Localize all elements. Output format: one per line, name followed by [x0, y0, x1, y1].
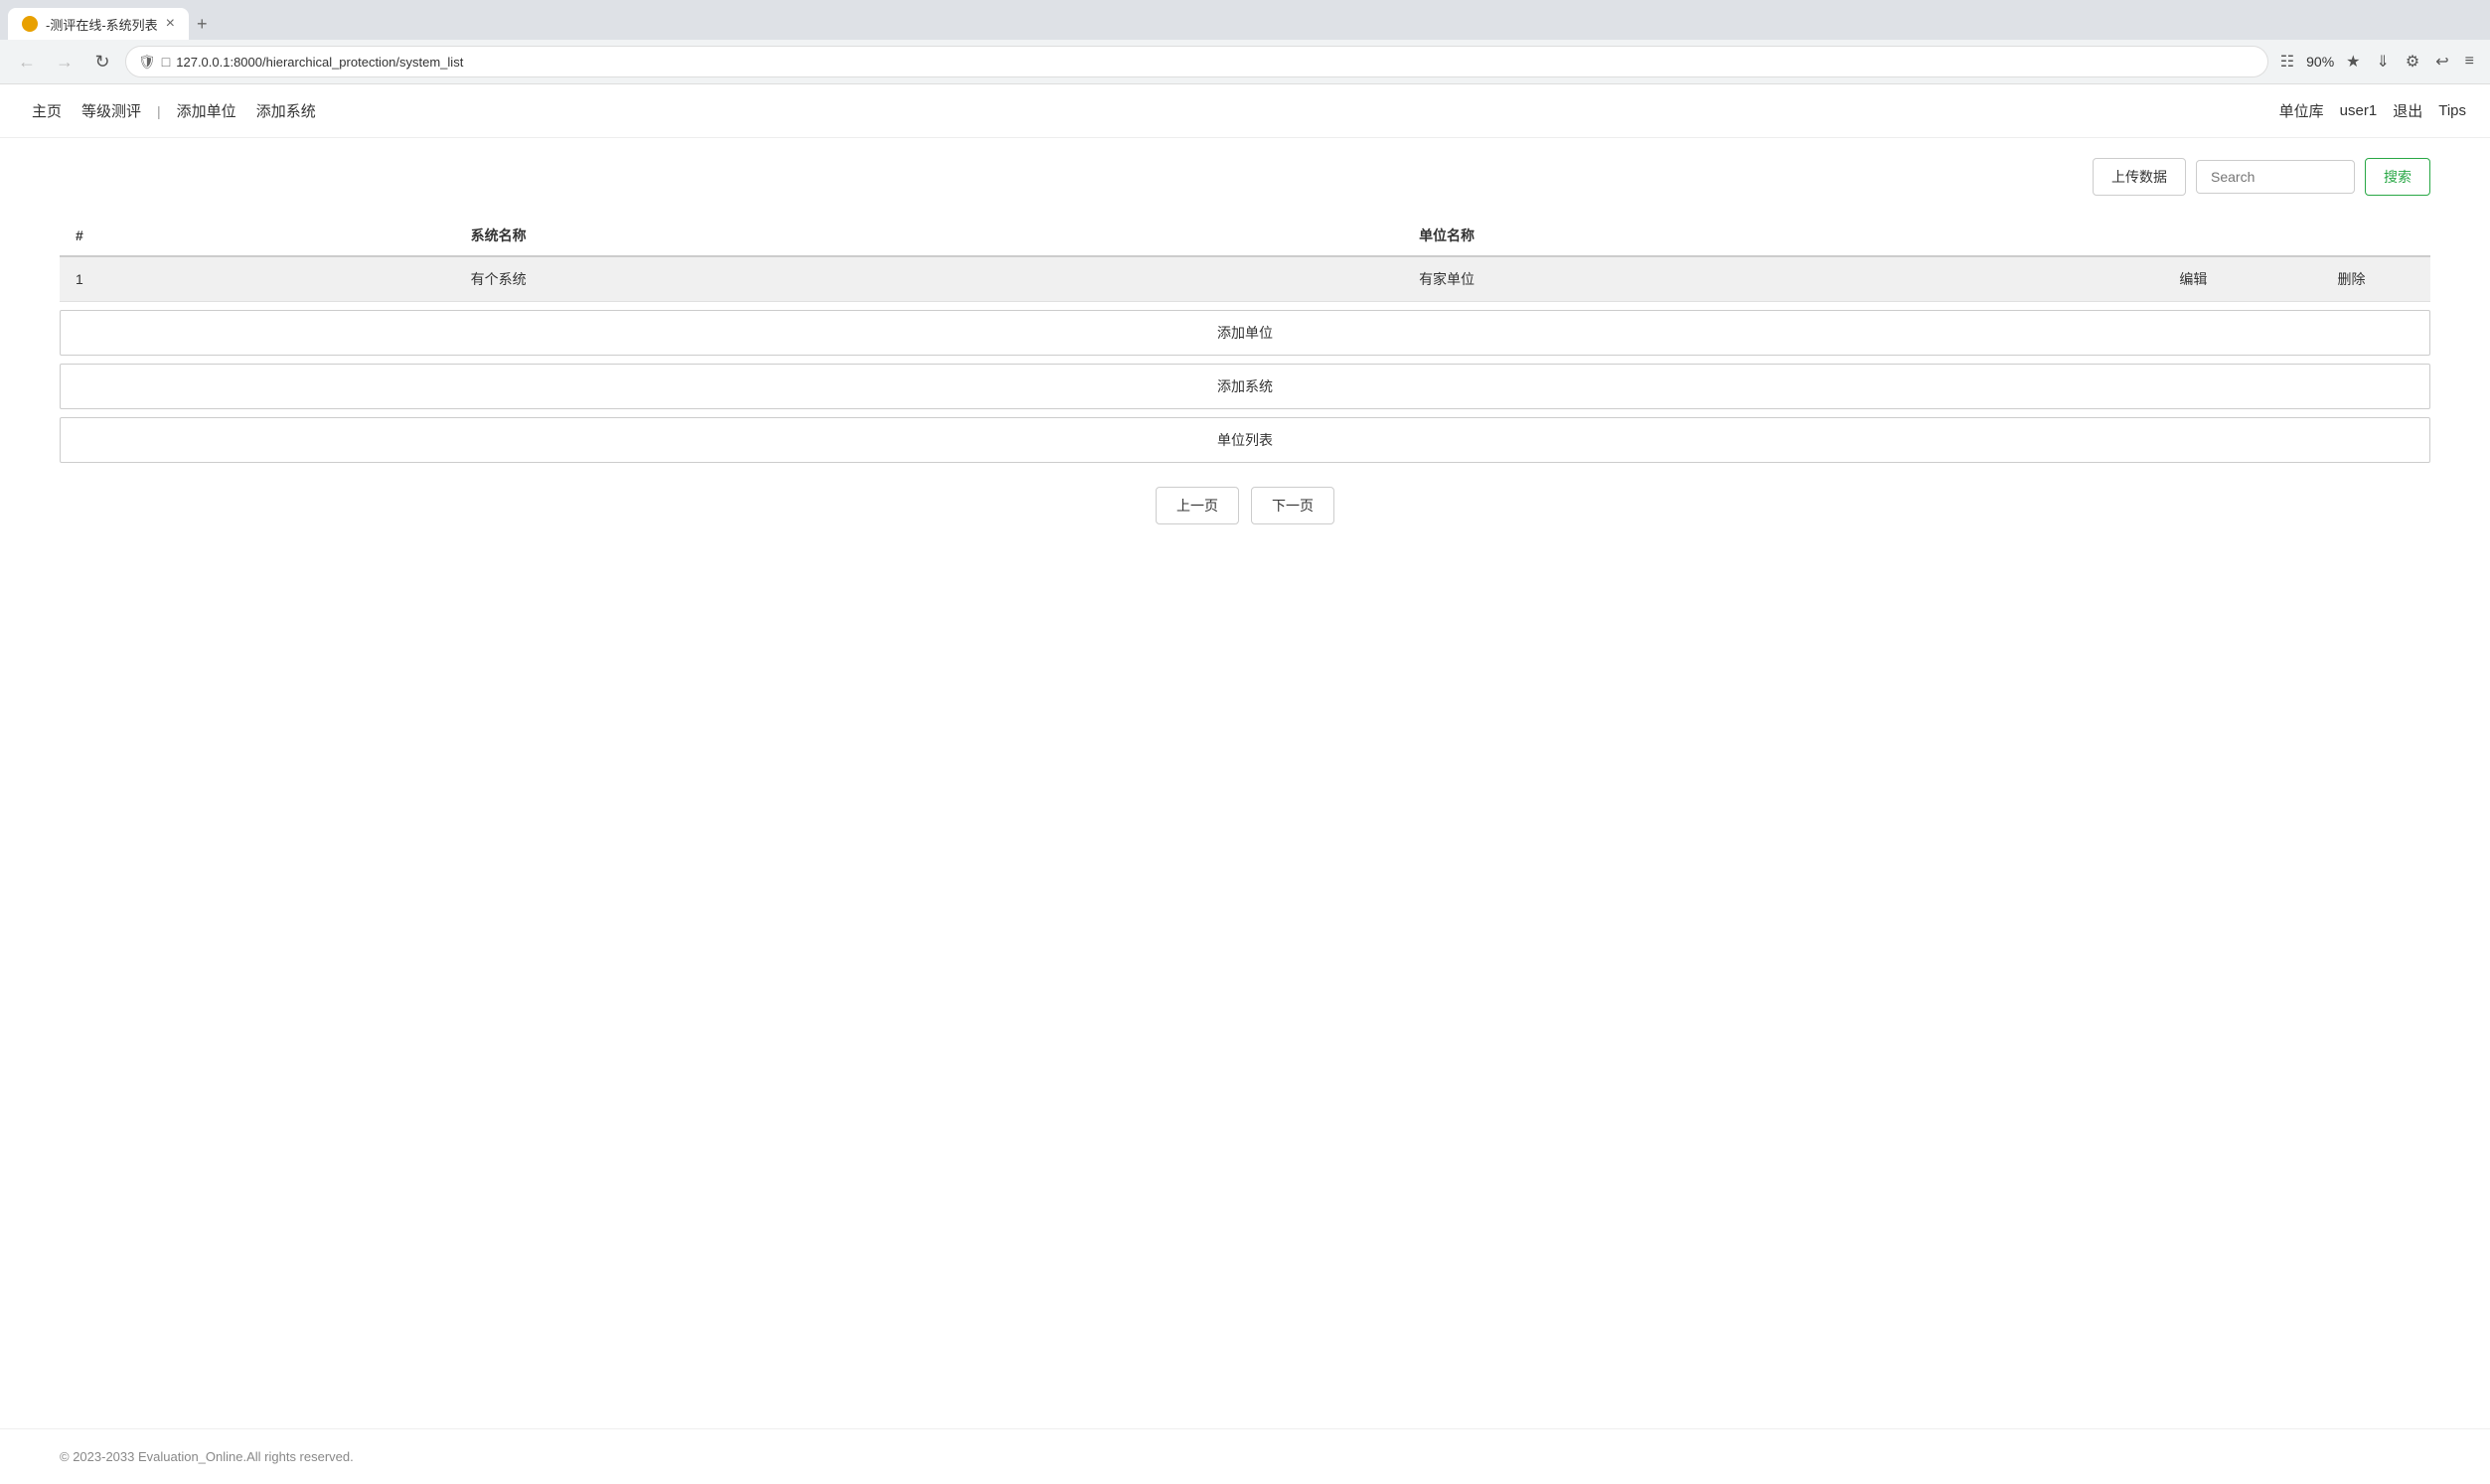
shield-icon: 🛡 — [138, 54, 156, 71]
search-input[interactable] — [2196, 160, 2355, 194]
cell-unit-name: 有家单位 — [1403, 256, 2114, 302]
cell-edit: 编辑 — [2114, 256, 2272, 302]
system-table: # 系统名称 单位名称 1 有个系统 有家单位 编辑 删除 — [60, 216, 2430, 302]
table-body: 1 有个系统 有家单位 编辑 删除 — [60, 256, 2430, 302]
active-tab[interactable]: -测评在线-系统列表 × — [8, 8, 189, 40]
back-button[interactable]: ← — [12, 47, 42, 76]
browser-controls: ← → ↻ 🛡 □ 127.0.0.1:8000/hierarchical_pr… — [0, 40, 2490, 83]
address-bar[interactable]: 🛡 □ 127.0.0.1:8000/hierarchical_protecti… — [125, 46, 2268, 77]
browser-chrome: -测评在线-系统列表 × + ← → ↻ 🛡 □ 127.0.0.1:8000/… — [0, 0, 2490, 84]
upload-button[interactable]: 上传数据 — [2093, 158, 2186, 196]
settings-button[interactable]: ⚙ — [2402, 48, 2423, 75]
action-btn-row-system: 添加系统 — [60, 364, 2430, 409]
browser-right-icons: ☷ 90% ★ ⇓ ⚙ ↩ ≡ — [2276, 48, 2478, 75]
col-header-edit — [2114, 216, 2272, 256]
action-buttons: 添加单位 — [60, 310, 2430, 356]
menu-button[interactable]: ≡ — [2461, 49, 2478, 74]
tab-favicon — [22, 16, 38, 32]
nav-logout[interactable]: 退出 — [2393, 100, 2422, 121]
refresh-button[interactable]: ↻ — [87, 47, 117, 76]
add-system-full-button[interactable]: 添加系统 — [60, 364, 2430, 409]
unit-list-full-button[interactable]: 单位列表 — [60, 417, 2430, 463]
footer: © 2023-2033 Evaluation_Online.All rights… — [0, 1428, 2490, 1484]
extensions-button[interactable]: ☷ — [2276, 48, 2298, 75]
app-container: 主页 等级测评 | 添加单位 添加系统 单位库 user1 退出 Tips 上传… — [0, 84, 2490, 1484]
bookmark-button[interactable]: ★ — [2342, 48, 2364, 75]
add-unit-full-button[interactable]: 添加单位 — [60, 310, 2430, 356]
nav-add-system[interactable]: 添加系统 — [248, 96, 324, 125]
page-icon: □ — [162, 54, 170, 70]
toolbar: 上传数据 搜索 — [60, 158, 2430, 196]
search-button[interactable]: 搜索 — [2365, 158, 2430, 196]
cell-num: 1 — [60, 256, 455, 302]
forward-button[interactable]: → — [50, 47, 79, 76]
col-header-system: 系统名称 — [455, 216, 1403, 256]
cell-system-name: 有个系统 — [455, 256, 1403, 302]
nav-unit-lib[interactable]: 单位库 — [2279, 100, 2324, 121]
pagination: 上一页 下一页 — [60, 487, 2430, 524]
nav-bar: 主页 等级测评 | 添加单位 添加系统 单位库 user1 退出 Tips — [0, 84, 2490, 138]
nav-tips[interactable]: Tips — [2438, 102, 2466, 119]
nav-right: 单位库 user1 退出 Tips — [2279, 100, 2466, 121]
nav-home[interactable]: 主页 — [24, 96, 70, 125]
main-content: 上传数据 搜索 # 系统名称 单位名称 1 有个系统 有家单位 — [0, 138, 2490, 1428]
nav-divider: | — [157, 103, 161, 119]
history-back-button[interactable]: ↩ — [2431, 48, 2452, 75]
col-header-num: # — [60, 216, 455, 256]
table-header: # 系统名称 单位名称 — [60, 216, 2430, 256]
edit-link[interactable]: 编辑 — [2179, 271, 2207, 287]
nav-add-unit[interactable]: 添加单位 — [169, 96, 244, 125]
footer-text: © 2023-2033 Evaluation_Online.All rights… — [60, 1449, 354, 1464]
zoom-level: 90% — [2306, 54, 2334, 70]
nav-grade-eval[interactable]: 等级测评 — [74, 96, 149, 125]
download-button[interactable]: ⇓ — [2373, 48, 2394, 75]
tab-title: -测评在线-系统列表 — [46, 15, 158, 34]
tab-close-button[interactable]: × — [166, 16, 175, 32]
url-text: 127.0.0.1:8000/hierarchical_protection/s… — [176, 55, 2256, 70]
col-header-unit: 单位名称 — [1403, 216, 2114, 256]
table-row: 1 有个系统 有家单位 编辑 删除 — [60, 256, 2430, 302]
cell-delete: 删除 — [2272, 256, 2430, 302]
action-btn-row-unit-list: 单位列表 — [60, 417, 2430, 463]
col-header-delete — [2272, 216, 2430, 256]
nav-left: 主页 等级测评 | 添加单位 添加系统 — [24, 96, 324, 125]
next-page-button[interactable]: 下一页 — [1251, 487, 1334, 524]
tab-bar: -测评在线-系统列表 × + — [0, 0, 2490, 40]
delete-link[interactable]: 删除 — [2337, 271, 2365, 287]
nav-user[interactable]: user1 — [2340, 102, 2378, 119]
new-tab-button[interactable]: + — [189, 10, 216, 39]
prev-page-button[interactable]: 上一页 — [1156, 487, 1239, 524]
